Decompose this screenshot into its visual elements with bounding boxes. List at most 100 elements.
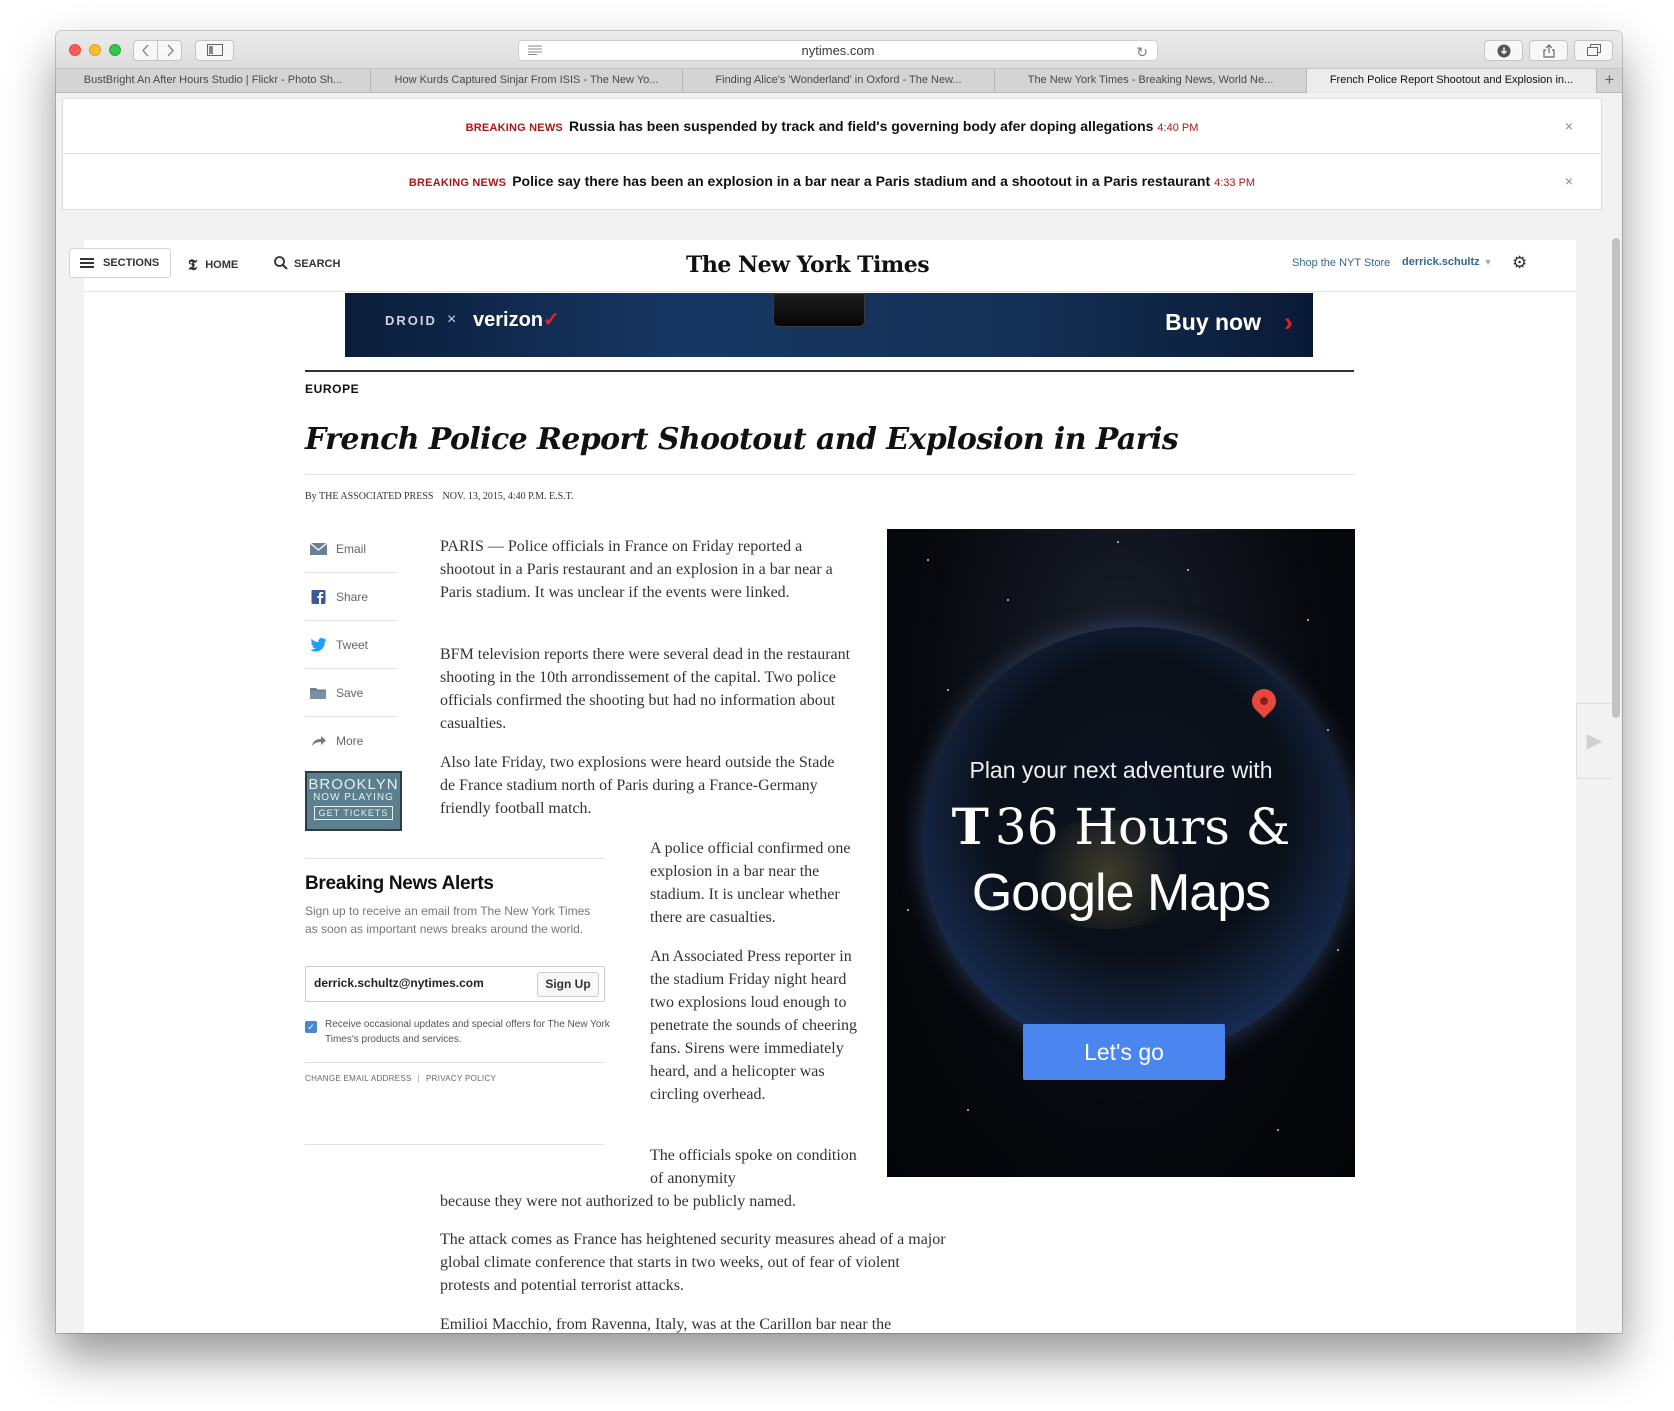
search-link[interactable]: SEARCH [274, 256, 340, 270]
byline-author: By THE ASSOCIATED PRESS [305, 491, 434, 502]
home-label: HOME [205, 259, 239, 271]
divider [305, 1062, 605, 1063]
sign-up-button[interactable]: Sign Up [537, 972, 599, 997]
scrollbar[interactable] [1612, 238, 1620, 718]
article-paragraph: The officials spoke on condition of anon… [650, 1147, 857, 1187]
nyt-logo[interactable]: The New York Times [686, 252, 986, 278]
change-email-link[interactable]: CHANGE EMAIL ADDRESS [305, 1074, 412, 1083]
hamburger-icon [80, 258, 94, 268]
brooklyn-ad[interactable]: BROOKLYN NOW PLAYING GET TICKETS [305, 771, 402, 831]
address-bar[interactable]: nytimes.com ↻ [518, 40, 1158, 61]
chevron-right-icon [166, 44, 174, 57]
share-email[interactable]: Email [305, 525, 397, 573]
browser-toolbar: nytimes.com ↻ [56, 31, 1622, 69]
gear-icon[interactable]: ⚙ [1512, 253, 1527, 273]
close-icon[interactable]: × [1565, 99, 1573, 154]
brooklyn-subtitle: NOW PLAYING [313, 792, 394, 803]
ad-ampersand: & [1245, 798, 1291, 856]
browser-window: nytimes.com ↻ BustBright An After Hours … [56, 31, 1622, 1333]
zoom-window-button[interactable] [109, 44, 121, 56]
ad-tagline: Plan your next adventure with [969, 757, 1273, 783]
username: derrick.schultz [1402, 256, 1480, 268]
share-label: More [336, 734, 364, 748]
email-field[interactable] [314, 976, 534, 990]
offers-checkbox-label: Receive occasional updates and special o… [325, 1019, 610, 1045]
share-twitter[interactable]: Tweet [305, 621, 397, 669]
search-label: SEARCH [294, 258, 341, 270]
breaking-news-alert[interactable]: BREAKING NEWS Russia has been suspended b… [63, 99, 1601, 154]
share-more[interactable]: More [305, 717, 397, 765]
forward-button[interactable] [157, 40, 182, 61]
save-icon [310, 688, 326, 699]
ad-x: × [447, 311, 457, 328]
email-icon [310, 542, 327, 555]
get-tickets-button[interactable]: GET TICKETS [314, 806, 393, 820]
article-paragraph: A police official confirmed one explosio… [650, 840, 851, 926]
chevron-left-icon [141, 44, 149, 57]
verizon-banner-ad[interactable]: DROID × verizon✓ Buy now › [345, 293, 1313, 357]
sections-button[interactable]: SECTIONS [69, 248, 171, 278]
privacy-policy-link[interactable]: PRIVACY POLICY [426, 1074, 496, 1083]
newsletter-form: Sign Up [305, 966, 605, 1002]
google-maps-ad[interactable]: Plan your next adventure with T 36 Hours … [887, 529, 1355, 1177]
article-headline: French Police Report Shootout and Explos… [305, 422, 1179, 457]
share-label: Save [336, 686, 364, 700]
new-tab-button[interactable]: + [1597, 69, 1622, 93]
back-button[interactable] [133, 40, 158, 61]
next-article-arrow-icon[interactable]: ▶ [1576, 703, 1612, 779]
alert-tag: BREAKING NEWS [465, 122, 563, 134]
article-paragraph: Emilioi Macchio, from Ravenna, Italy, wa… [440, 1316, 892, 1333]
user-menu[interactable]: derrick.schultz ▼ [1402, 256, 1493, 268]
download-icon [1497, 44, 1510, 58]
byline: By THE ASSOCIATED PRESS NOV. 13, 2015, 4:… [305, 491, 574, 502]
droid-logo: DROID [385, 313, 437, 328]
masthead: SECTIONS 𝕿 HOME SEARCH The New York Times… [69, 240, 1576, 292]
article-paragraph: because they were not authorized to be p… [440, 1193, 796, 1210]
sidebar-icon [206, 44, 223, 56]
twitter-icon [310, 638, 327, 652]
close-window-button[interactable] [69, 44, 81, 56]
share-button[interactable] [1529, 40, 1568, 61]
alert-text[interactable]: Russia has been suspended by track and f… [569, 118, 1153, 134]
show-sidebar-button[interactable] [195, 40, 234, 61]
alert-text[interactable]: Police say there has been an explosion i… [512, 173, 1210, 189]
newsletter-links: CHANGE EMAIL ADDRESS | PRIVACY POLICY [305, 1074, 496, 1083]
share-icon [1542, 44, 1555, 58]
check-icon: ✓ [543, 309, 560, 331]
reload-icon[interactable]: ↻ [1136, 43, 1148, 62]
article-paragraph: BFM television reports there were severa… [440, 646, 851, 732]
browser-tab[interactable]: Finding Alice's 'Wonderland' in Oxford -… [683, 69, 995, 93]
breaking-news-alert[interactable]: BREAKING NEWS Police say there has been a… [63, 154, 1601, 209]
browser-tab[interactable]: The New York Times - Breaking News, Worl… [995, 69, 1307, 93]
browser-tab[interactable]: How Kurds Captured Sinjar From ISIS - Th… [371, 69, 683, 93]
alert-time: 4:40 PM [1157, 122, 1199, 134]
share-tools: Email Share Tweet Save More [305, 525, 397, 765]
verizon-text: verizon [473, 309, 544, 331]
show-all-tabs-button[interactable] [1574, 40, 1613, 61]
minimize-window-button[interactable] [89, 44, 101, 56]
divider [305, 370, 1354, 372]
share-save[interactable]: Save [305, 669, 397, 717]
browser-tab[interactable]: BustBright An After Hours Studio | Flick… [56, 69, 371, 93]
store-link[interactable]: Shop the NYT Store [1292, 257, 1390, 269]
close-icon[interactable]: × [1565, 154, 1573, 209]
browser-tab-active[interactable]: French Police Report Shootout and Explos… [1307, 69, 1597, 93]
share-facebook[interactable]: Share [305, 573, 397, 621]
offers-checkbox[interactable]: ✓ [305, 1021, 317, 1033]
newsletter-description: Sign up to receive an email from The New… [305, 904, 591, 936]
divider [305, 858, 605, 859]
search-icon [274, 256, 288, 270]
url-text: nytimes.com [801, 43, 875, 58]
section-kicker[interactable]: EUROPE [305, 382, 359, 396]
ad-36-hours-text: 36 Hours [994, 798, 1230, 856]
share-label: Email [336, 542, 367, 556]
buy-now-button[interactable]: Buy now [1165, 309, 1261, 336]
reader-icon[interactable] [528, 45, 542, 55]
lets-go-button[interactable]: Let's go [1023, 1024, 1225, 1080]
article-paragraph: An Associated Press reporter in the stad… [650, 948, 858, 1103]
downloads-button[interactable] [1484, 40, 1523, 61]
home-link[interactable]: 𝕿 HOME [188, 256, 238, 274]
web-content: BREAKING NEWS Russia has been suspended b… [56, 93, 1622, 1333]
nyt-t-logo: T [951, 797, 989, 856]
article-paragraph: Also late Friday, two explosions were he… [440, 754, 835, 817]
